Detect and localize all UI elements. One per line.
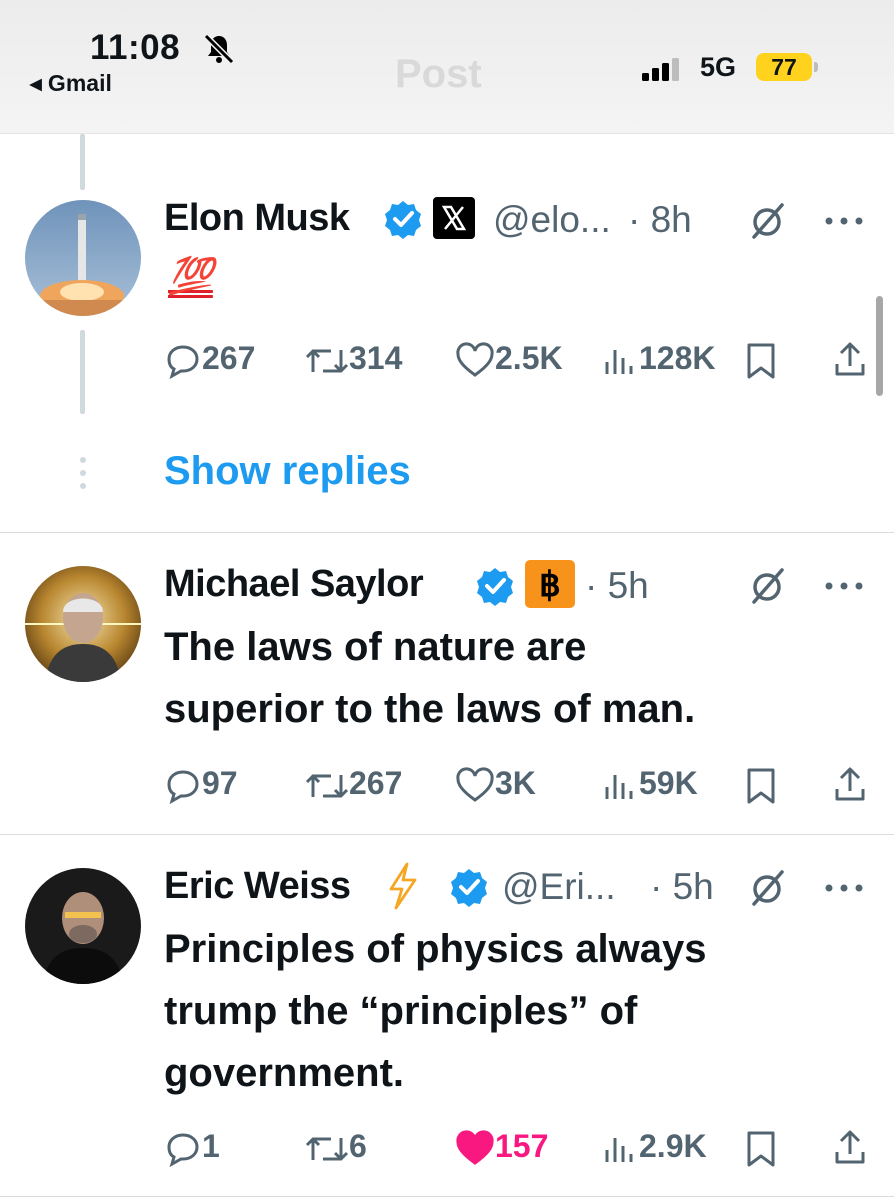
reply-icon	[167, 770, 199, 804]
post-divider	[0, 532, 894, 533]
views-count: 2.9K	[639, 1128, 707, 1164]
show-replies-link[interactable]: Show replies	[164, 449, 411, 494]
bookmark-icon[interactable]	[745, 342, 777, 380]
share-icon[interactable]	[833, 1128, 867, 1166]
post-text-line: superior to the laws of man.	[164, 687, 696, 731]
portrait-avatar-icon	[25, 566, 141, 682]
repost-button[interactable]: 6	[305, 1128, 367, 1168]
svg-text:฿: ฿	[539, 566, 561, 604]
status-bar: 11:08 ◂ Gmail Post 5G 77	[0, 0, 894, 134]
lightning-icon	[389, 862, 417, 910]
heart-icon	[456, 341, 494, 377]
avatar-eric-weiss[interactable]	[25, 868, 141, 984]
repost-button[interactable]: 267	[305, 765, 402, 805]
views-chart-icon	[605, 349, 633, 374]
author-handle[interactable]: @Eri...	[502, 866, 616, 908]
repost-count: 6	[349, 1128, 367, 1164]
author-handle[interactable]: @elo...	[493, 199, 611, 241]
views-chart-icon	[605, 774, 633, 799]
views-count: 59K	[639, 765, 698, 801]
portrait-avatar-icon	[25, 868, 141, 984]
post-time[interactable]: · 5h	[650, 866, 714, 908]
thread-dots-icon	[80, 457, 86, 489]
repost-count: 314	[349, 340, 403, 376]
signal-bars-icon	[642, 58, 679, 81]
x-logo-icon	[433, 197, 475, 239]
nav-title: Post	[395, 52, 482, 96]
heart-icon	[456, 766, 494, 802]
grok-icon[interactable]	[748, 566, 788, 606]
post-text: 💯	[168, 255, 213, 296]
post-text-line: trump the “principles” of	[164, 989, 638, 1033]
reply-count: 267	[202, 340, 256, 376]
more-options-icon[interactable]	[823, 581, 865, 591]
share-icon[interactable]	[833, 765, 867, 803]
verified-badge-icon	[385, 201, 421, 239]
like-button[interactable]: 157	[455, 1128, 548, 1168]
reply-count: 1	[202, 1128, 220, 1164]
clock: 11:08	[90, 28, 181, 67]
views-button[interactable]: 128K	[603, 340, 716, 380]
author-name[interactable]: Michael Saylor	[164, 563, 424, 606]
post-time[interactable]: · 5h	[585, 565, 649, 607]
reply-icon	[167, 1133, 199, 1167]
heart-filled-icon	[456, 1129, 494, 1165]
repost-icon	[305, 774, 349, 798]
author-name[interactable]: Elon Musk	[164, 197, 350, 240]
thread-line	[80, 134, 85, 190]
post-divider	[0, 834, 894, 835]
views-count: 128K	[639, 340, 716, 376]
thread-line	[80, 330, 85, 414]
like-button[interactable]: 2.5K	[455, 340, 563, 380]
grok-icon[interactable]	[748, 201, 788, 241]
back-to-gmail-link[interactable]: ◂ Gmail	[30, 70, 112, 97]
bookmark-icon[interactable]	[745, 1130, 777, 1168]
post-time[interactable]: · 8h	[628, 199, 692, 241]
like-button[interactable]: 3K	[455, 765, 536, 805]
avatar-michael-saylor[interactable]	[25, 566, 141, 682]
reply-count: 97	[202, 765, 238, 801]
post-text-line: Principles of physics always	[164, 927, 707, 971]
like-count: 157	[495, 1128, 549, 1164]
repost-icon	[305, 1137, 349, 1161]
post-text: Principles of physics always trump the “…	[164, 918, 706, 1104]
post-text-line: government.	[164, 1051, 405, 1095]
like-count: 3K	[495, 765, 536, 801]
repost-icon	[305, 349, 349, 373]
post-text-line: The laws of nature are	[164, 625, 587, 669]
views-chart-icon	[605, 1137, 633, 1162]
grok-icon[interactable]	[748, 868, 788, 908]
repost-button[interactable]: 314	[305, 340, 402, 380]
scrollbar[interactable]	[876, 296, 883, 396]
post-divider	[0, 1196, 894, 1197]
views-button[interactable]: 59K	[603, 765, 698, 805]
bookmark-icon[interactable]	[745, 767, 777, 805]
verified-badge-icon	[451, 869, 487, 907]
bitcoin-icon: ฿	[525, 560, 575, 608]
network-type: 5G	[700, 52, 737, 82]
post-text: The laws of nature are superior to the l…	[164, 616, 695, 740]
reply-button[interactable]: 1	[164, 1128, 220, 1168]
more-options-icon[interactable]	[823, 883, 865, 893]
verified-badge-icon	[477, 568, 513, 606]
more-options-icon[interactable]	[823, 216, 865, 226]
like-count: 2.5K	[495, 340, 563, 376]
reply-icon	[167, 345, 199, 379]
rocket-launch-icon	[25, 200, 141, 316]
share-icon[interactable]	[833, 340, 867, 378]
author-name[interactable]: Eric Weiss	[164, 865, 351, 908]
reply-button[interactable]: 97	[164, 765, 238, 805]
repost-count: 267	[349, 765, 403, 801]
views-button[interactable]: 2.9K	[603, 1128, 707, 1168]
bell-slash-icon	[203, 33, 235, 65]
avatar-elon-musk[interactable]	[25, 200, 141, 316]
battery-cap	[814, 62, 818, 72]
battery-level: 77	[756, 53, 812, 81]
reply-button[interactable]: 267	[164, 340, 255, 380]
